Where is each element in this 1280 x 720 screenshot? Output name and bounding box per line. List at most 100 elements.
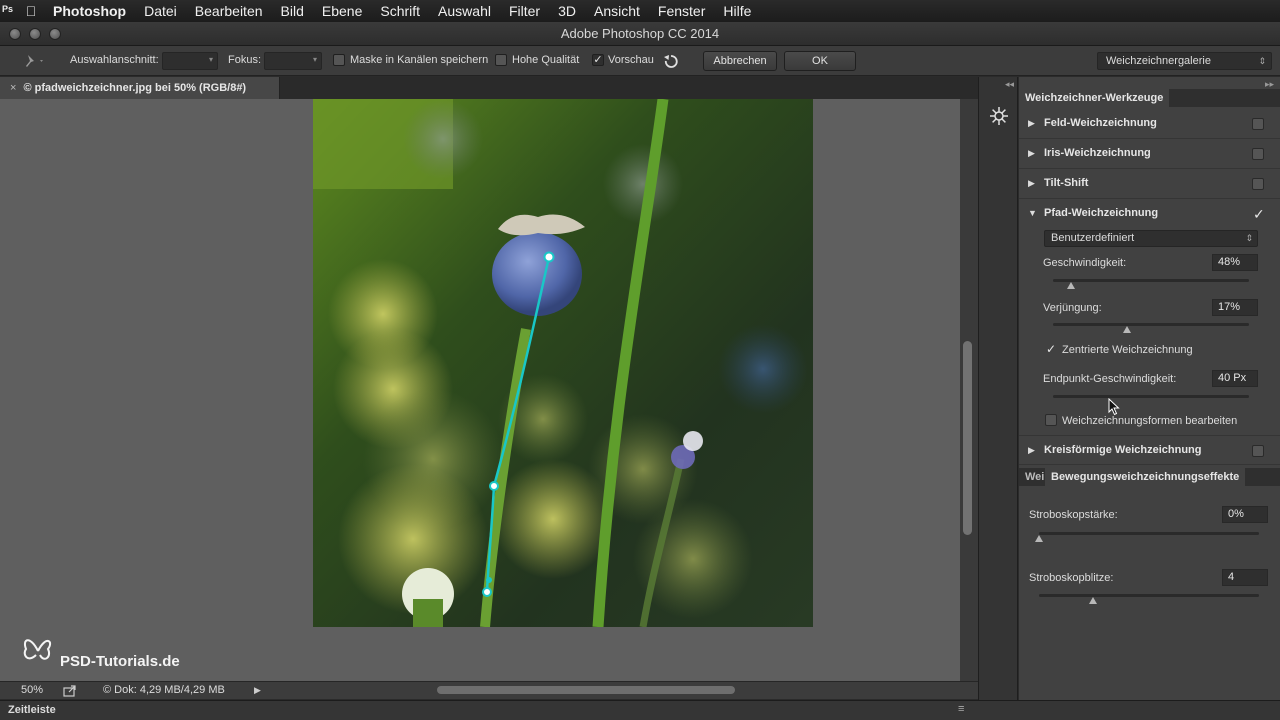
centered-blur-checkbox[interactable]: ✓ <box>1045 343 1057 355</box>
reset-icon[interactable] <box>662 53 680 69</box>
section-spin-blur[interactable]: ▶ Kreisförmige Weichzeichnung <box>1019 435 1280 465</box>
preview-checkbox[interactable]: ✓ <box>592 54 604 66</box>
watermark-text: PSD-Tutorials.de <box>60 652 180 670</box>
menu-schrift[interactable]: Schrift <box>371 0 429 22</box>
vertical-scrollbar[interactable] <box>960 99 978 681</box>
high-quality-label: Hohe Qualität <box>512 54 580 66</box>
menu-ebene[interactable]: Ebene <box>313 0 371 22</box>
strobe-strength-slider-knob[interactable] <box>1035 535 1043 542</box>
menu-bar: Ps  Photoshop Datei Bearbeiten Bild Ebe… <box>0 0 1280 22</box>
document-image[interactable] <box>313 99 813 627</box>
vertical-scrollbar-thumb[interactable] <box>963 341 972 535</box>
timeline-label[interactable]: Zeitleiste <box>8 704 56 716</box>
menu-datei[interactable]: Datei <box>135 0 186 22</box>
speed-slider-knob[interactable] <box>1067 282 1075 289</box>
focus-field[interactable]: ▾ <box>264 52 322 70</box>
blur-tools-tab-bar: Weichzeichner-Werkzeuge <box>1019 89 1280 107</box>
strobe-flashes-slider-knob[interactable] <box>1089 597 1097 604</box>
menu-filter[interactable]: Filter <box>500 0 549 22</box>
section-name: Iris-Weichzeichnung <box>1044 147 1151 159</box>
menu-bild[interactable]: Bild <box>272 0 313 22</box>
taper-label: Verjüngung: <box>1043 302 1102 314</box>
menu-app[interactable]: Photoshop <box>44 0 135 22</box>
edit-blur-shapes-checkbox[interactable] <box>1045 414 1057 426</box>
menu-hilfe[interactable]: Hilfe <box>714 0 760 22</box>
iris-blur-enable-checkbox[interactable] <box>1252 148 1264 160</box>
field-blur-enable-checkbox[interactable] <box>1252 118 1264 130</box>
document-tab[interactable]: × © pfadweichzeichner.jpg bei 50% (RGB/8#… <box>0 77 280 99</box>
path-blur-preset-select[interactable]: Benutzerdefiniert ⇕ <box>1044 230 1258 247</box>
endpoint-speed-slider-track[interactable] <box>1053 395 1249 398</box>
ok-button[interactable]: OK <box>784 51 856 71</box>
centered-blur-label: Zentrierte Weichzeichnung <box>1062 344 1193 356</box>
speed-slider-track[interactable] <box>1053 279 1249 282</box>
blur-gallery-icon[interactable] <box>988 105 1010 127</box>
endpoint-speed-value-field[interactable]: 40 Px <box>1212 370 1258 387</box>
taper-value-field[interactable]: 17% <box>1212 299 1258 316</box>
cancel-button[interactable]: Abbrechen <box>703 51 777 71</box>
path-blur-enable-checkbox[interactable]: ✓ <box>1252 207 1265 221</box>
section-name: Pfad-Weichzeichnung <box>1044 207 1159 219</box>
apple-icon[interactable]:  <box>18 3 44 19</box>
strobe-flashes-label: Stroboskopblitze: <box>1029 572 1114 584</box>
mouse-cursor-icon <box>1108 397 1120 416</box>
share-icon[interactable] <box>63 685 77 697</box>
workspace-select-value: Weichzeichnergalerie <box>1106 55 1211 67</box>
menu-fenster[interactable]: Fenster <box>649 0 714 22</box>
expand-triangle-icon[interactable]: ▶ <box>1028 148 1035 159</box>
document-size: © Dok: 4,29 MB/4,29 MB <box>103 684 225 696</box>
strobe-flashes-value-field[interactable]: 4 <box>1222 569 1268 586</box>
section-path-blur[interactable]: ▼ Pfad-Weichzeichnung ✓ <box>1019 199 1280 229</box>
effects-tab-bar: Wei Bewegungsweichzeichnungseffekte <box>1019 468 1280 486</box>
section-iris-blur[interactable]: ▶ Iris-Weichzeichnung <box>1019 139 1280 169</box>
tab-motion-effects[interactable]: Bewegungsweichzeichnungseffekte <box>1045 468 1246 486</box>
timeline-panel[interactable]: Zeitleiste ≡ <box>0 700 1280 720</box>
timeline-menu-icon[interactable]: ≡ <box>958 703 964 715</box>
speed-label: Geschwindigkeit: <box>1043 257 1127 269</box>
preset-value: Benutzerdefiniert <box>1051 232 1135 244</box>
taper-slider-track[interactable] <box>1053 323 1249 326</box>
blur-tools-panel: ▸▸ Weichzeichner-Werkzeuge ▶ Feld-Weichz… <box>1019 77 1280 700</box>
selection-bleed-label: Auswahlanschnitt: <box>70 54 159 66</box>
collapse-strip-icon[interactable]: ◂◂ <box>1005 79 1014 90</box>
zoom-level[interactable]: 50% <box>21 684 43 696</box>
tilt-shift-enable-checkbox[interactable] <box>1252 178 1264 190</box>
document-tab-title: © pfadweichzeichner.jpg bei 50% (RGB/8#) <box>23 82 247 94</box>
expand-triangle-icon[interactable]: ▶ <box>1028 118 1035 129</box>
section-name: Kreisförmige Weichzeichnung <box>1044 444 1202 456</box>
strobe-strength-value-field[interactable]: 0% <box>1222 506 1268 523</box>
expand-triangle-icon[interactable]: ▶ <box>1028 178 1035 189</box>
section-name: Feld-Weichzeichnung <box>1044 117 1157 129</box>
workspace-select[interactable]: Weichzeichnergalerie ⇕ <box>1097 52 1272 70</box>
pin-tool-icon[interactable] <box>22 52 46 70</box>
expand-triangle-icon[interactable]: ▶ <box>1028 445 1035 456</box>
edit-blur-shapes-label: Weichzeichnungsformen bearbeiten <box>1062 415 1238 427</box>
focus-caret-icon: ▾ <box>312 55 317 64</box>
tab-blur-tools[interactable]: Weichzeichner-Werkzeuge <box>1019 89 1170 107</box>
save-mask-checkbox[interactable] <box>333 54 345 66</box>
menu-3d[interactable]: 3D <box>549 0 585 22</box>
spin-blur-enable-checkbox[interactable] <box>1252 445 1264 457</box>
status-menu-arrow-icon[interactable]: ▶ <box>254 685 261 696</box>
options-bar: Auswahlanschnitt: ▾ Fokus: ▾ Maske in Ka… <box>0 46 1280 76</box>
menu-ansicht[interactable]: Ansicht <box>585 0 649 22</box>
strobe-strength-slider-track[interactable] <box>1039 532 1259 535</box>
speed-value-field[interactable]: 48% <box>1212 254 1258 271</box>
window-title: Adobe Photoshop CC 2014 <box>560 26 720 41</box>
close-tab-icon[interactable]: × <box>10 82 16 94</box>
section-field-blur[interactable]: ▶ Feld-Weichzeichnung <box>1019 109 1280 139</box>
save-mask-label: Maske in Kanälen speichern <box>350 54 489 66</box>
high-quality-checkbox[interactable] <box>495 54 507 66</box>
horizontal-scrollbar-thumb[interactable] <box>437 686 735 694</box>
taper-slider-knob[interactable] <box>1123 326 1131 333</box>
menu-bearbeiten[interactable]: Bearbeiten <box>186 0 272 22</box>
strobe-strength-label: Stroboskopstärke: <box>1029 509 1118 521</box>
section-tilt-shift[interactable]: ▶ Tilt-Shift <box>1019 169 1280 199</box>
menu-auswahl[interactable]: Auswahl <box>429 0 500 22</box>
workspace-select-caret-icon: ⇕ <box>1258 56 1266 66</box>
section-name: Tilt-Shift <box>1044 177 1089 189</box>
status-bar: 50% © Dok: 4,29 MB/4,29 MB ▶ <box>0 681 978 699</box>
collapse-triangle-icon[interactable]: ▼ <box>1028 208 1037 218</box>
selection-bleed-field[interactable]: ▾ <box>162 52 218 70</box>
strobe-flashes-slider-track[interactable] <box>1039 594 1259 597</box>
